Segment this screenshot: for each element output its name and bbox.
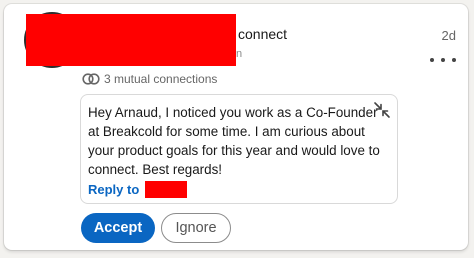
invitation-message: Hey Arnaud, I noticed you work as a Co-F… <box>80 94 398 204</box>
invitation-action-text: connect <box>238 26 288 42</box>
mutual-connections[interactable]: 3 mutual connections <box>82 71 217 87</box>
sender-headline-fragment: n <box>236 48 243 60</box>
accept-button[interactable]: Accept <box>81 213 155 243</box>
ignore-button[interactable]: Ignore <box>161 213 231 243</box>
more-options-icon[interactable] <box>430 52 456 68</box>
redacted-reply-name <box>145 180 188 198</box>
invitation-time: 2d <box>441 28 456 43</box>
reply-link[interactable]: Reply to <box>88 182 139 197</box>
redacted-sender-name[interactable] <box>26 14 236 66</box>
mutual-connections-icon <box>82 73 100 85</box>
collapse-expand-icon[interactable] <box>373 101 391 119</box>
mutual-connections-label: 3 mutual connections <box>104 72 218 86</box>
reply-row[interactable]: Reply to <box>88 180 188 198</box>
invitation-card: connect n 2d 3 mutual connections Hey Ar… <box>4 4 468 250</box>
message-text: Hey Arnaud, I noticed you work as a Co-F… <box>88 105 380 177</box>
